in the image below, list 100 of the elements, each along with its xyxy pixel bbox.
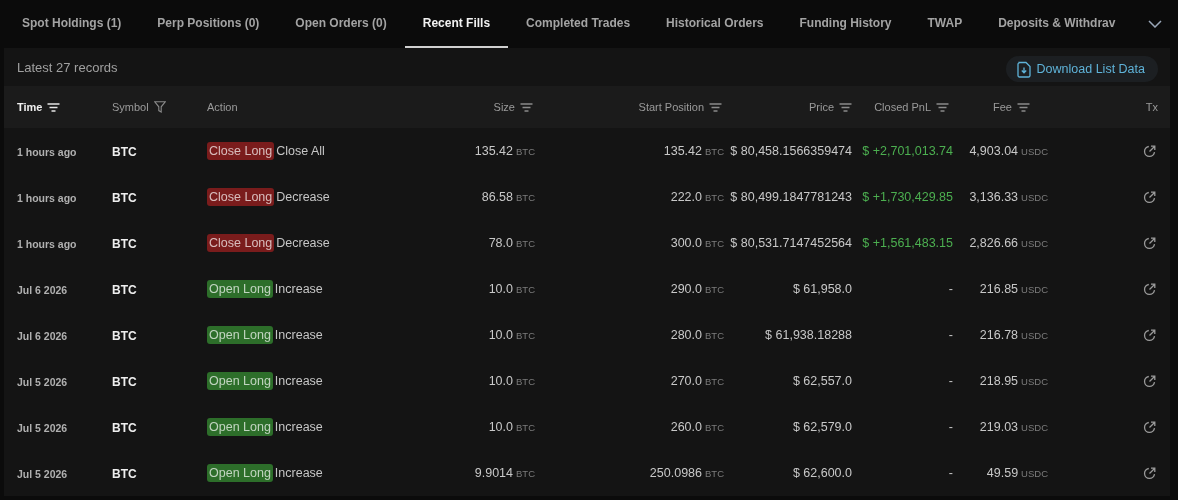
- start-position-value: 222.0: [670, 190, 702, 204]
- external-link-icon[interactable]: [1143, 328, 1156, 342]
- download-button[interactable]: Download List Data: [1005, 56, 1158, 82]
- unit-label: BTC: [705, 146, 724, 157]
- fee-value: 216.78: [979, 328, 1019, 342]
- time-cell: 1 hours ago: [17, 238, 77, 250]
- external-link-icon[interactable]: [1143, 282, 1156, 296]
- pnl-cell: $ +1,561,483.15: [862, 236, 953, 250]
- action-detail: Increase: [274, 282, 323, 296]
- unit-label: BTC: [705, 468, 724, 479]
- action-detail: Decrease: [276, 190, 330, 204]
- start-position-value: 250.0986: [649, 466, 702, 480]
- pnl-cell: -: [948, 328, 953, 342]
- column-header[interactable]: Price: [808, 101, 834, 113]
- symbol-cell: BTC: [112, 467, 137, 481]
- start-position-value: 290.0: [670, 282, 702, 296]
- fee-value: 4,903.04: [969, 144, 1019, 158]
- symbol-cell: BTC: [112, 283, 137, 297]
- start-position-value: 270.0: [670, 374, 702, 388]
- tab[interactable]: Historical Orders: [648, 0, 782, 48]
- unit-label: BTC: [705, 330, 724, 341]
- tab[interactable]: Deposits & Withdrav: [980, 0, 1134, 48]
- action-tag: Open Long: [207, 418, 273, 436]
- tab[interactable]: Perp Positions (0): [139, 0, 278, 48]
- time-cell: Jul 6 2026: [17, 284, 68, 296]
- tab[interactable]: Completed Trades: [508, 0, 649, 48]
- action-tag: Open Long: [207, 326, 273, 344]
- filter-icon[interactable]: [153, 101, 166, 113]
- unit-label: BTC: [705, 422, 724, 433]
- column-header[interactable]: Tx: [1145, 101, 1158, 113]
- column-header[interactable]: Fee: [993, 101, 1012, 113]
- start-position-value: 280.0: [670, 328, 702, 342]
- symbol-cell: BTC: [112, 191, 137, 205]
- action-detail: Close All: [276, 144, 325, 158]
- symbol-cell: BTC: [112, 145, 137, 159]
- time-cell: Jul 5 2026: [17, 468, 68, 480]
- fee-value: 216.85: [979, 282, 1019, 296]
- action-detail: Increase: [274, 374, 323, 388]
- size-value: 135.42: [474, 144, 513, 158]
- unit-label: USDC: [1021, 422, 1048, 433]
- symbol-cell: BTC: [112, 237, 137, 251]
- fee-value: 2,826.66: [969, 236, 1019, 250]
- action-detail: Increase: [274, 420, 323, 434]
- chevron-down-icon[interactable]: [1148, 20, 1162, 28]
- external-link-icon[interactable]: [1143, 236, 1156, 250]
- time-cell: Jul 5 2026: [17, 376, 68, 388]
- unit-label: USDC: [1021, 284, 1048, 295]
- symbol-cell: BTC: [112, 375, 137, 389]
- unit-label: BTC: [705, 284, 724, 295]
- unit-label: BTC: [516, 376, 535, 387]
- unit-label: BTC: [516, 192, 535, 203]
- size-value: 10.0: [488, 328, 513, 342]
- action-tag: Close Long: [207, 188, 275, 206]
- action-tag: Close Long: [207, 234, 275, 252]
- fee-value: 3,136.33: [969, 190, 1019, 204]
- size-value: 86.58: [481, 190, 513, 204]
- unit-label: USDC: [1021, 192, 1048, 203]
- tab[interactable]: Open Orders (0): [277, 0, 405, 48]
- action-detail: Decrease: [276, 236, 330, 250]
- external-link-icon[interactable]: [1143, 466, 1156, 480]
- file-download-icon: [1015, 60, 1032, 78]
- column-header[interactable]: Size: [493, 101, 515, 113]
- column-header[interactable]: Time: [17, 101, 43, 113]
- fee-value: 49.59: [986, 466, 1019, 480]
- pnl-cell: -: [948, 374, 953, 388]
- column-header[interactable]: Closed PnL: [874, 101, 931, 113]
- unit-label: USDC: [1021, 238, 1048, 249]
- action-tag: Open Long: [207, 464, 273, 482]
- size-value: 10.0: [488, 374, 513, 388]
- price-cell: $ 80,458.1566359474: [730, 144, 852, 158]
- column-header[interactable]: Start Position: [638, 101, 704, 113]
- start-position-value: 135.42: [663, 144, 702, 158]
- size-value: 9.9014: [474, 466, 513, 480]
- column-header[interactable]: Action: [207, 101, 238, 113]
- unit-label: BTC: [516, 468, 535, 479]
- start-position-value: 300.0: [670, 236, 702, 250]
- external-link-icon[interactable]: [1143, 420, 1156, 434]
- unit-label: BTC: [516, 330, 535, 341]
- unit-label: BTC: [705, 192, 724, 203]
- external-link-icon[interactable]: [1143, 374, 1156, 388]
- pnl-cell: $ +1,730,429.85: [862, 190, 953, 204]
- unit-label: BTC: [516, 238, 535, 249]
- external-link-icon[interactable]: [1143, 190, 1156, 204]
- price-cell: $ 62,600.0: [792, 466, 852, 480]
- time-cell: Jul 5 2026: [17, 422, 68, 434]
- price-cell: $ 61,958.0: [792, 282, 852, 296]
- time-cell: 1 hours ago: [17, 192, 77, 204]
- action-tag: Open Long: [207, 280, 273, 298]
- action-detail: Increase: [274, 328, 323, 342]
- time-cell: 1 hours ago: [17, 146, 77, 158]
- tab[interactable]: Spot Holdings (1): [4, 0, 140, 48]
- record-count: Latest 27 records: [17, 59, 118, 75]
- unit-label: BTC: [705, 238, 724, 249]
- external-link-icon[interactable]: [1143, 144, 1156, 158]
- size-value: 10.0: [488, 282, 513, 296]
- tab[interactable]: Funding History: [781, 0, 910, 48]
- pnl-cell: -: [948, 420, 953, 434]
- column-header[interactable]: Symbol: [112, 101, 149, 113]
- action-tag: Close Long: [207, 142, 275, 160]
- tab[interactable]: TWAP: [909, 0, 981, 48]
